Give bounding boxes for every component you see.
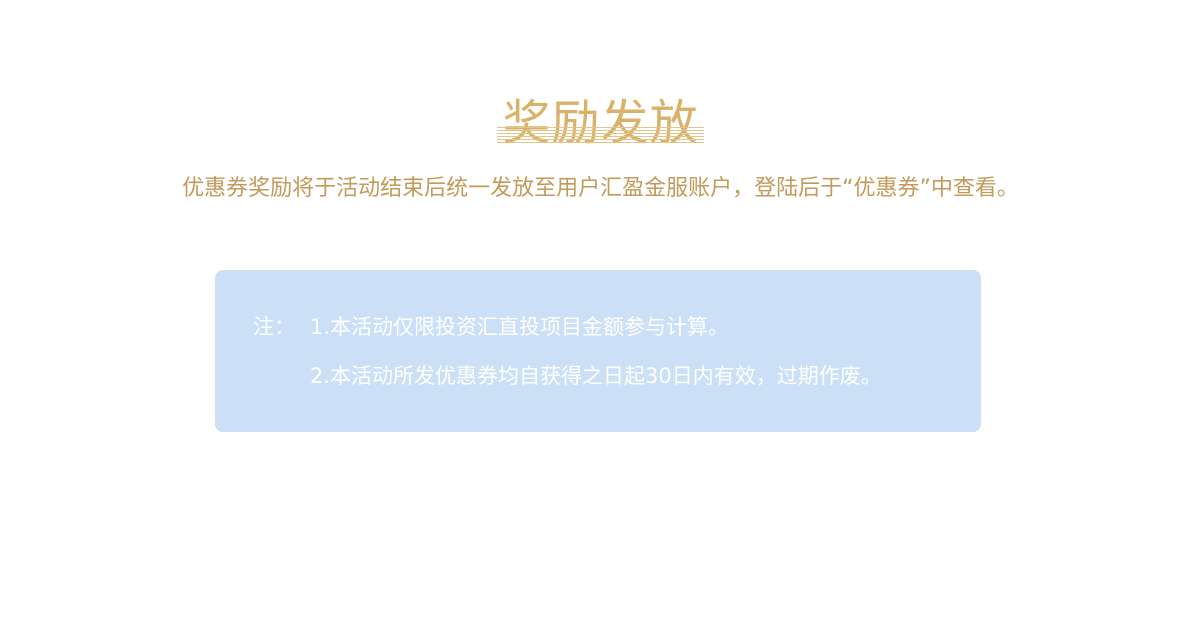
note-box: 注： 1.本活动仅限投资汇直投项目金额参与计算。 2.本活动所发优惠券均自获得之…: [215, 270, 981, 432]
title-decorative-underline: [497, 127, 704, 143]
note-label: 注：: [253, 315, 295, 339]
section-header: 奖励发放: [0, 58, 1201, 188]
section-title: 奖励发放: [502, 95, 699, 152]
note-item-1: 1.本活动仅限投资汇直投项目金额参与计算。: [310, 315, 730, 339]
note-item-2: 2.本活动所发优惠券均自获得之日起30日内有效，过期作废。: [310, 364, 882, 388]
section-description: 优惠券奖励将于活动结束后统一发放至用户汇盈金服账户，登陆后于“优惠券”中查看。: [182, 176, 1019, 201]
